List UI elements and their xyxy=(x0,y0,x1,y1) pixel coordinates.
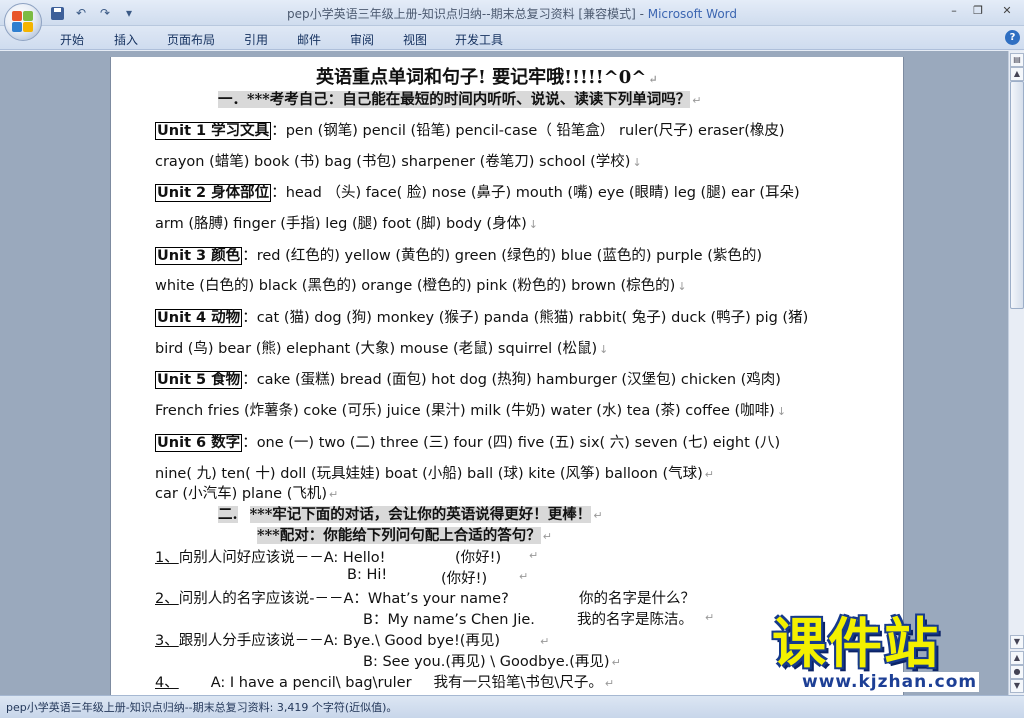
dialog-1-answer: B: Hi! (你好!) ↵ xyxy=(347,567,529,587)
unit-2-line-2: arm (胳膊) finger (手指) leg (腿) foot (脚) bo… xyxy=(155,216,538,232)
select-browse-object-button[interactable]: ● xyxy=(1010,665,1024,679)
scroll-down-button[interactable]: ▼ xyxy=(1010,635,1024,649)
window-title: pep小学英语三年级上册-知识点归纳--期末总复习资料 [兼容模式] - Mic… xyxy=(0,5,1024,22)
unit-6-line-2: nine( 九) ten( 十) doll (玩具娃娃) boat (小船) b… xyxy=(155,466,714,482)
unit-5-line-1: Unit 5 食物 ：cake (蛋糕) bread (面包) hot dog (… xyxy=(155,371,781,389)
section-2-subheading: ***配对：你能给下列问句配上合适的答句？ ↵ xyxy=(257,527,552,544)
dialog-4-question: 4、 A: I have a pencil\ bag\ruler 我有一只铅笔\书包… xyxy=(155,675,615,691)
minimize-button[interactable]: – xyxy=(942,0,966,20)
restore-button[interactable]: ❐ xyxy=(966,0,990,20)
status-text: pep小学英语三年级上册-知识点归纳--期末总复习资料: 3,419 个字符(近… xyxy=(6,701,398,714)
document-page[interactable]: 英语重点单词和句子! 要记牢哦!!!!!^0^ ↵ 一．***考考自己：自己能在最… xyxy=(110,57,904,697)
dialog-3-answer: B: See you.(再见) \ Goodbye.(再见) ↵ xyxy=(363,654,621,670)
logo-url: www.kjzhan.com xyxy=(800,672,980,692)
unit-1-line-2: crayon (蜡笔) book (书) bag (书包) sharpener … xyxy=(155,154,642,170)
doc-title: 英语重点单词和句子! 要记牢哦!!!!!^0^ ↵ xyxy=(316,67,658,88)
ruler-toggle-icon[interactable]: ▤ xyxy=(1010,53,1024,67)
document-workspace: 英语重点单词和句子! 要记牢哦!!!!!^0^ ↵ 一．***考考自己：自己能在最… xyxy=(0,51,1008,697)
tab-developer[interactable]: 开发工具 xyxy=(455,31,503,48)
window-controls: – ❐ ✕ xyxy=(942,0,1024,20)
next-page-button[interactable]: ▼ xyxy=(1010,679,1024,693)
tab-view[interactable]: 视图 xyxy=(403,31,427,48)
tab-review[interactable]: 审阅 xyxy=(350,31,374,48)
section-2-heading: 二. ***牢记下面的对话，会让你的英语说得更好！更棒！ ↵ xyxy=(218,506,603,523)
dialog-3-question: 3、跟别人分手应该说－－A: Bye.\ Good bye!(再见) ↵ xyxy=(155,633,550,649)
help-icon[interactable]: ? xyxy=(1005,30,1020,45)
unit-label: Unit 5 食物 xyxy=(155,371,243,389)
title-bar: ↶ ↷ ▾ pep小学英语三年级上册-知识点归纳--期末总复习资料 [兼容模式]… xyxy=(0,0,1024,26)
section-1-heading: 一．***考考自己：自己能在最短的时间内听听、说说、读读下列单词吗？ ↵ xyxy=(218,91,702,108)
close-button[interactable]: ✕ xyxy=(990,0,1024,20)
logo-text: 课件站 xyxy=(772,612,940,675)
office-logo-icon xyxy=(12,11,34,33)
watermark-logo: 课件站 www.kjzhan.com xyxy=(772,612,1004,696)
vertical-scrollbar[interactable]: ▤ ▲ ▼ ▲ ● ▼ xyxy=(1008,51,1024,695)
unit-5-line-2: French fries (炸薯条) coke (可乐) juice (果汁) … xyxy=(155,403,787,419)
dialog-1-question: 1、向别人问好应该说－－A: Hello! (你好!) ↵ xyxy=(155,549,539,566)
unit-3-line-2: white (白色的) black (黑色的) orange (橙色的) pin… xyxy=(155,278,687,294)
unit-1-line-1: Unit 1 学习文具 ：pen (钢笔) pencil (铅笔) pencil-… xyxy=(155,122,785,140)
tab-home[interactable]: 开始 xyxy=(60,31,84,48)
tab-mailings[interactable]: 邮件 xyxy=(297,31,321,48)
unit-label: Unit 1 学习文具 xyxy=(155,122,272,140)
unit-2-line-1: Unit 2 身体部位 ：head （头) face( 脸) nose (鼻子) … xyxy=(155,184,800,202)
word-window: ↶ ↷ ▾ pep小学英语三年级上册-知识点归纳--期末总复习资料 [兼容模式]… xyxy=(0,0,1024,718)
ribbon-tabs: 开始 插入 页面布局 引用 邮件 审阅 视图 开发工具 ? xyxy=(0,26,1024,50)
status-bar: pep小学英语三年级上册-知识点归纳--期末总复习资料: 3,419 个字符(近… xyxy=(0,695,1024,718)
unit-6-line-3: car (小汽车) plane (飞机) ↵ xyxy=(155,486,339,502)
previous-page-button[interactable]: ▲ xyxy=(1010,651,1024,665)
minimize-icon: – xyxy=(951,3,957,17)
scroll-up-button[interactable]: ▲ xyxy=(1010,67,1024,81)
scrollbar-thumb[interactable] xyxy=(1010,81,1024,309)
office-button[interactable] xyxy=(4,3,42,41)
unit-3-line-1: Unit 3 颜色 ：red (红色的) yellow (黄色的) green (… xyxy=(155,247,763,265)
tab-references[interactable]: 引用 xyxy=(244,31,268,48)
tab-insert[interactable]: 插入 xyxy=(114,31,138,48)
dialog-2-answer: B：My name’s Chen Jie. 我的名字是陈洁。 ↵ xyxy=(363,611,715,628)
document-title: pep小学英语三年级上册-知识点归纳--期末总复习资料 [兼容模式] - xyxy=(286,7,648,21)
unit-4-line-1: Unit 4 动物 ：cat (猫) dog (狗) monkey (猴子) pa… xyxy=(155,309,809,327)
unit-4-line-2: bird (鸟) bear (熊) elephant (大象) mouse (老… xyxy=(155,341,609,357)
unit-label: Unit 3 颜色 xyxy=(155,247,243,265)
dialog-2-question: 2、问别人的名字应该说-－－A：What’s your name? 你的名字是什么… xyxy=(155,591,695,607)
restore-icon: ❐ xyxy=(973,3,983,17)
unit-label: Unit 2 身体部位 xyxy=(155,184,272,202)
unit-6-line-1: Unit 6 数字 ：one (一) two (二) three (三) four… xyxy=(155,434,781,452)
unit-label: Unit 6 数字 xyxy=(155,434,243,452)
close-icon: ✕ xyxy=(1002,3,1012,17)
app-name: Microsoft Word xyxy=(647,7,738,21)
unit-label: Unit 4 动物 xyxy=(155,309,243,327)
tab-page-layout[interactable]: 页面布局 xyxy=(167,31,215,48)
